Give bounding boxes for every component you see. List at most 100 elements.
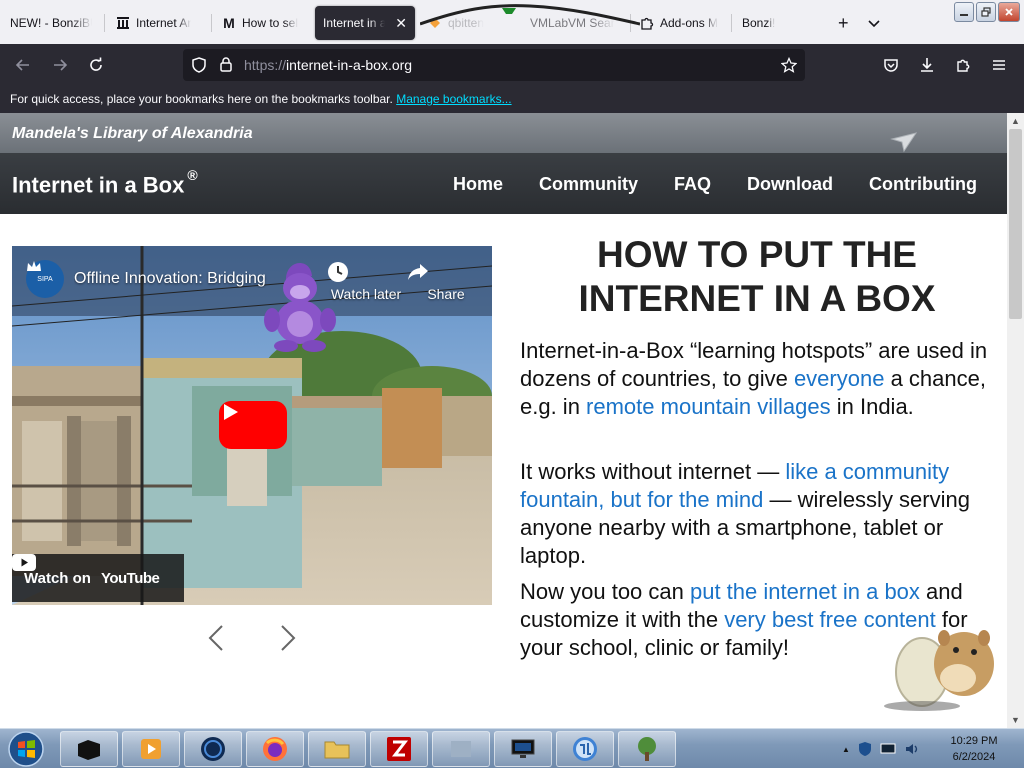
volume-speaker-icon[interactable] bbox=[904, 741, 920, 757]
minimize-button[interactable] bbox=[954, 2, 974, 22]
back-button[interactable] bbox=[10, 53, 36, 77]
manage-bookmarks-link[interactable]: Manage bookmarks... bbox=[396, 92, 511, 106]
firefox-icon bbox=[263, 737, 287, 761]
url-text[interactable]: https://internet-in-a-box.org bbox=[244, 57, 412, 73]
clock-date: 6/2/2024 bbox=[952, 751, 996, 763]
share-button[interactable]: Share bbox=[406, 260, 486, 302]
taskbar-gray-app[interactable] bbox=[432, 731, 490, 767]
close-window-button[interactable] bbox=[998, 2, 1020, 22]
pocket-icon bbox=[884, 59, 898, 72]
navigation-toolbar: https://internet-in-a-box.org bbox=[0, 44, 1024, 86]
lock-icon[interactable] bbox=[219, 56, 233, 75]
everyone-link[interactable]: everyone bbox=[794, 366, 885, 391]
tab-title: Internet in a b bbox=[323, 16, 386, 30]
downloads-button[interactable] bbox=[914, 53, 940, 77]
watch-on-label: Watch on bbox=[24, 569, 91, 587]
hamburger-menu-icon bbox=[993, 60, 1005, 70]
youtube-logo: YouTube bbox=[12, 554, 160, 587]
tracking-protection-shield-icon[interactable] bbox=[191, 57, 207, 76]
reload-button[interactable] bbox=[83, 53, 109, 77]
taskbar-virtual-machine[interactable] bbox=[494, 731, 552, 767]
nav-faq-link[interactable]: FAQ bbox=[674, 174, 711, 195]
intro-paragraph: Internet-in-a-Box “learning hotspots” ar… bbox=[520, 337, 1000, 421]
network-monitor-icon[interactable] bbox=[880, 742, 896, 756]
tab-bonzi[interactable]: Bonzi! bbox=[734, 6, 824, 40]
filezilla-icon bbox=[387, 737, 411, 761]
nav-home-link[interactable]: Home bbox=[453, 174, 503, 195]
tab-strip: NEW! - BonziBU Internet Ar M How to sel … bbox=[0, 0, 1024, 44]
page-scrollbar[interactable]: ▲ ▼ bbox=[1007, 113, 1024, 728]
site-banner: Mandela's Library of Alexandria bbox=[0, 113, 1007, 153]
tab-how-to-self[interactable]: M How to sel bbox=[214, 6, 310, 40]
taskbar-qbittorrent[interactable] bbox=[556, 731, 614, 767]
taskbar-media-player[interactable] bbox=[60, 731, 118, 767]
carousel-next-button[interactable] bbox=[276, 623, 300, 653]
watch-on-youtube-button[interactable]: Watch on YouTube bbox=[12, 554, 184, 602]
taskbar-globe-browser[interactable] bbox=[184, 731, 242, 767]
put-internet-in-a-box-link[interactable]: put the internet in a box bbox=[690, 579, 920, 604]
new-tab-button[interactable]: + bbox=[838, 13, 849, 34]
list-all-tabs-button[interactable] bbox=[867, 13, 881, 34]
youtube-video-embed[interactable]: SIPA Offline Innovation: Bridging Watch … bbox=[12, 246, 492, 605]
url-bar[interactable]: https://internet-in-a-box.org bbox=[183, 49, 805, 81]
text: Now you too can bbox=[520, 579, 690, 604]
taskbar-filezilla[interactable] bbox=[370, 731, 428, 767]
text: It works without internet — bbox=[520, 459, 786, 484]
banner-title[interactable]: Mandela's Library of Alexandria bbox=[12, 125, 253, 143]
taskbar-clock[interactable]: 10:29 PM 6/2/2024 bbox=[936, 733, 1012, 765]
carousel-prev-button[interactable] bbox=[204, 623, 228, 653]
extensions-button[interactable] bbox=[951, 53, 977, 77]
archive-icon bbox=[116, 16, 130, 30]
play-button[interactable] bbox=[219, 401, 287, 449]
hamster-mascot[interactable] bbox=[882, 620, 1004, 712]
watch-later-button[interactable]: Watch later bbox=[326, 260, 406, 302]
bonzi-buddy-gorilla[interactable] bbox=[262, 254, 338, 354]
tab-addons-manager[interactable]: Add-ons M bbox=[632, 6, 728, 40]
registered-mark: ® bbox=[187, 167, 198, 183]
tab-internet-archive[interactable]: Internet Ar bbox=[108, 6, 208, 40]
windows-taskbar: ▲ 10:29 PM 6/2/2024 bbox=[0, 728, 1024, 768]
app-menu-button[interactable] bbox=[986, 53, 1012, 77]
close-tab-icon[interactable]: ✕ bbox=[395, 15, 407, 32]
m-logo-icon: M bbox=[223, 15, 235, 31]
start-button[interactable] bbox=[6, 730, 46, 768]
page-heading: HOW TO PUT THE INTERNET IN A BOX bbox=[512, 233, 1002, 321]
taskbar-file-explorer[interactable] bbox=[308, 731, 366, 767]
clock-icon bbox=[326, 260, 406, 286]
watch-later-label: Watch later bbox=[330, 286, 402, 302]
security-shield-icon[interactable] bbox=[858, 741, 872, 757]
channel-avatar[interactable]: SIPA bbox=[26, 260, 64, 298]
forward-button[interactable] bbox=[47, 53, 73, 77]
taskbar-tree-app[interactable] bbox=[618, 731, 676, 767]
heading-line-1: HOW TO PUT THE bbox=[597, 234, 917, 275]
nav-contributing-link[interactable]: Contributing bbox=[869, 174, 977, 195]
video-title[interactable]: Offline Innovation: Bridging bbox=[74, 270, 294, 288]
show-hidden-icons-button[interactable]: ▲ bbox=[842, 745, 850, 754]
drawn-scribble bbox=[420, 4, 640, 26]
taskbar-media-center[interactable] bbox=[122, 731, 180, 767]
scroll-up-arrow-icon[interactable]: ▲ bbox=[1007, 113, 1024, 129]
restore-button[interactable] bbox=[976, 2, 996, 22]
folder-icon bbox=[324, 741, 350, 759]
tab-separator bbox=[104, 14, 105, 32]
url-scheme: https:// bbox=[244, 57, 287, 73]
puzzle-icon bbox=[640, 16, 654, 30]
nav-download-link[interactable]: Download bbox=[747, 174, 833, 195]
nav-community-link[interactable]: Community bbox=[539, 174, 638, 195]
tab-bonzibuddy[interactable]: NEW! - BonziBU bbox=[2, 6, 100, 40]
scroll-down-arrow-icon[interactable]: ▼ bbox=[1007, 712, 1024, 728]
system-tray: ▲ bbox=[842, 729, 920, 768]
pocket-button[interactable] bbox=[878, 53, 904, 77]
bookmarks-toolbar: For quick access, place your bookmarks h… bbox=[0, 86, 1024, 113]
taskbar-firefox[interactable] bbox=[246, 731, 304, 767]
bookmark-star-icon[interactable] bbox=[780, 56, 798, 76]
youtube-play-icon bbox=[12, 554, 36, 571]
tree-icon bbox=[638, 737, 656, 761]
works-offline-paragraph: It works without internet — like a commu… bbox=[520, 458, 1000, 570]
site-name[interactable]: Internet in a Box ® bbox=[12, 167, 198, 198]
scrollbar-thumb[interactable] bbox=[1009, 129, 1022, 319]
black-box-app-icon bbox=[78, 740, 100, 760]
gray-window-icon bbox=[451, 741, 471, 757]
tab-internet-in-a-box[interactable]: Internet in a b ✕ bbox=[315, 6, 415, 40]
remote-mountain-villages-link[interactable]: remote mountain villages bbox=[586, 394, 831, 419]
